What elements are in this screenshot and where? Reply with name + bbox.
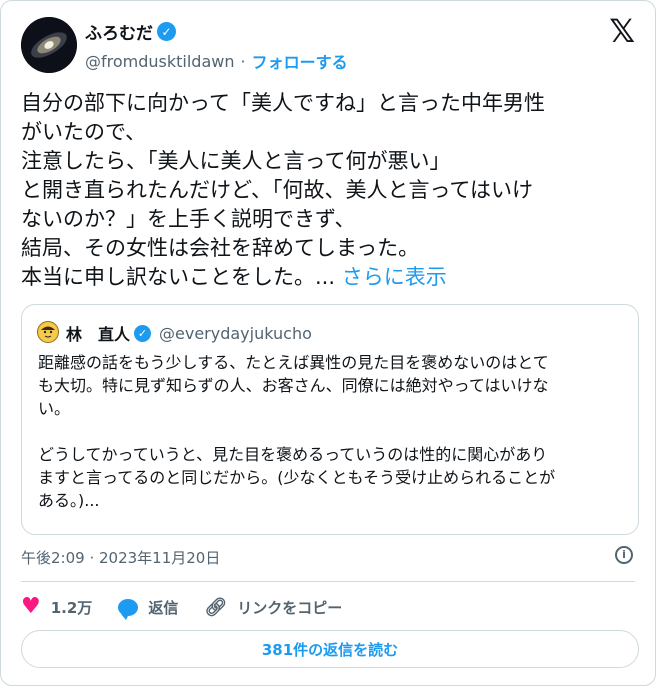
- author-handle[interactable]: @fromdusktildawn: [85, 52, 234, 71]
- galaxy-avatar-image: [21, 17, 77, 73]
- link-icon: 🔗︎: [204, 596, 228, 618]
- quoted-display-name: 林 直人: [66, 325, 131, 344]
- quoted-line: ある。)...: [38, 491, 100, 510]
- read-replies-button[interactable]: 381件の返信を読む: [21, 630, 639, 668]
- author-avatar[interactable]: [21, 17, 77, 73]
- like-count: 1.2万: [50, 598, 93, 617]
- quoted-author-row: 林 直人 ✓ @everydayjukucho: [66, 321, 312, 345]
- separator-dot: ·: [240, 51, 246, 71]
- quoted-tweet[interactable]: 林 直人 ✓ @everydayjukucho 距離感の話をもう少しする、たとえ…: [21, 304, 639, 535]
- info-icon[interactable]: i: [615, 546, 633, 564]
- heart-icon: ♥: [21, 594, 41, 619]
- tweet-timestamp[interactable]: 午後2:09 · 2023年11月20日: [21, 547, 220, 568]
- tweet-card: ふろむだ ✓ @fromdusktildawn · フォローする 𝕏 自分の部下…: [0, 0, 656, 686]
- show-more-link[interactable]: さらに表示: [342, 265, 447, 289]
- quoted-handle: @everydayjukucho: [159, 323, 312, 343]
- tweet-line: 本当に申し訳ないことをした。...: [21, 265, 336, 289]
- tweet-line: 注意したら、「美人に美人と言って何が悪い」: [21, 149, 451, 173]
- tweet-line: 結局、その女性は会社を辞めてしまった。: [21, 236, 420, 260]
- tweet-line: がいたので、: [21, 120, 147, 144]
- reply-button[interactable]: 返信: [118, 597, 179, 620]
- reply-bubble-icon: [118, 598, 139, 620]
- quoted-line: 距離感の話をもう少しする、たとえば異性の見た目を褒めないのはとて: [38, 353, 549, 372]
- action-bar: ♥ 1.2万 返信 🔗︎ リンクをコピー: [21, 593, 368, 621]
- author-name-row[interactable]: ふろむだ ✓: [85, 19, 176, 44]
- copy-link-button[interactable]: 🔗︎ リンクをコピー: [204, 597, 342, 618]
- x-logo-icon[interactable]: 𝕏: [609, 15, 635, 47]
- divider: [21, 581, 635, 582]
- quoted-verified-badge-icon: ✓: [134, 324, 152, 342]
- verified-badge-icon: ✓: [157, 22, 176, 41]
- reply-label: 返信: [148, 598, 179, 617]
- tweet-line: ないのか？」を上手く説明できず、: [21, 207, 356, 231]
- quoted-line: どうしてかっていうと、見た目を褒めるっていうのは性的に関心があり: [38, 445, 548, 464]
- copy-link-label: リンクをコピー: [237, 598, 343, 617]
- tweet-line: 自分の部下に向かって「美人ですね」と言った中年男性: [21, 91, 545, 115]
- cartoon-face-icon: [39, 323, 57, 341]
- tweet-last-line: 本当に申し訳ないことをした。... さらに表示: [21, 263, 641, 292]
- quoted-line: い。: [38, 399, 71, 418]
- quoted-blank-line: [38, 420, 628, 443]
- author-handle-row: @fromdusktildawn · フォローする: [85, 49, 348, 73]
- like-button[interactable]: ♥ 1.2万: [21, 596, 92, 618]
- quoted-text: 距離感の話をもう少しする、たとえば異性の見た目を褒めないのはとて も大切。特に見…: [38, 351, 628, 512]
- quoted-author-avatar: [37, 321, 59, 343]
- follow-button[interactable]: フォローする: [252, 49, 348, 73]
- quoted-line: ますと言ってるのと同じだから。(少なくともそう受け止められることが: [38, 468, 556, 487]
- tweet-line: と開き直られたんだけど、「何故、美人と言ってはいけ: [21, 178, 533, 202]
- author-display-name[interactable]: ふろむだ: [85, 19, 153, 44]
- tweet-text: 自分の部下に向かって「美人ですね」と言った中年男性 がいたので、 注意したら、「…: [21, 89, 641, 292]
- quoted-line: も大切。特に見ず知らずの人、お客さん、同僚には絶対やってはいけな: [38, 376, 549, 395]
